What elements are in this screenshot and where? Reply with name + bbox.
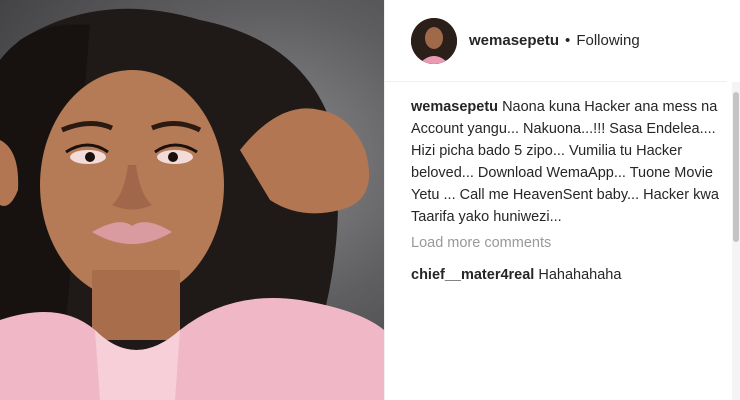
comment-text: Hahahahaha — [538, 267, 622, 283]
profile-photo-icon — [411, 17, 457, 64]
header-text: wemasepetu • Following — [469, 32, 640, 49]
scrollbar-thumb[interactable] — [733, 92, 739, 242]
avatar[interactable] — [411, 17, 457, 64]
portrait-illustration — [0, 8, 384, 400]
caption-text: Naona kuna Hacker ana mess na Account ya… — [411, 99, 719, 225]
caption-username[interactable]: wemasepetu — [411, 99, 498, 115]
following-button[interactable]: Following — [576, 32, 639, 49]
post-header: wemasepetu • Following — [385, 0, 727, 82]
header-username[interactable]: wemasepetu — [469, 32, 559, 49]
list-item: chief__mater4real Hahahahaha — [411, 265, 721, 285]
comments-panel: wemasepetu • Following wemasepetu Naona … — [384, 0, 740, 400]
comments-list: wemasepetu Naona kuna Hacker ana mess na… — [411, 96, 721, 285]
load-more-comments-link[interactable]: Load more comments — [411, 233, 721, 253]
caption: wemasepetu Naona kuna Hacker ana mess na… — [411, 96, 721, 228]
post-photo[interactable] — [0, 0, 384, 400]
comment-username[interactable]: chief__mater4real — [411, 267, 534, 283]
separator-dot: • — [565, 32, 571, 49]
